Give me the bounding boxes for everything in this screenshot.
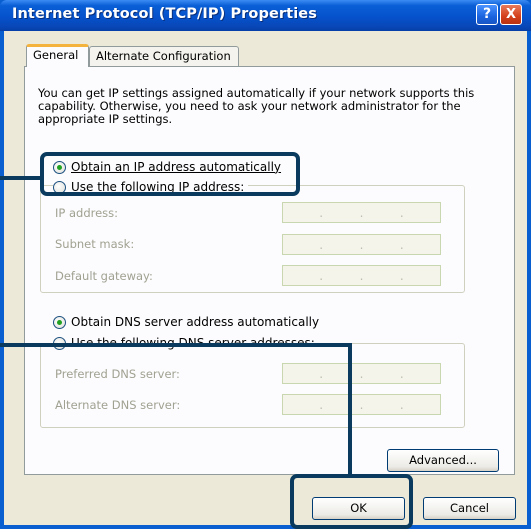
alternate-dns-field[interactable]: ... xyxy=(282,394,441,415)
alternate-dns-label: Alternate DNS server: xyxy=(55,398,181,412)
radio-obtain-ip-auto[interactable]: Obtain an IP address automatically xyxy=(53,159,281,175)
radio-use-following-ip[interactable]: Use the following IP address: xyxy=(53,179,249,195)
radio-obtain-dns-auto[interactable]: Obtain DNS server address automatically xyxy=(53,314,319,330)
window-title: Internet Protocol (TCP/IP) Properties xyxy=(12,6,317,22)
help-button[interactable]: ? xyxy=(476,4,498,25)
ip-dot: . xyxy=(399,397,404,412)
ip-dot: . xyxy=(319,268,324,283)
ip-dot: . xyxy=(399,268,404,283)
default-gateway-field[interactable]: ... xyxy=(282,265,441,286)
ip-dot: . xyxy=(359,237,364,252)
advanced-button-label: Advanced... xyxy=(409,453,477,467)
ok-button-label: OK xyxy=(350,501,367,515)
radio-use-following-ip-label: Use the following IP address: xyxy=(71,180,245,194)
callout-line-ip xyxy=(0,176,40,180)
ip-dot: . xyxy=(319,237,324,252)
ip-dot: . xyxy=(319,366,324,381)
ip-dot: . xyxy=(399,366,404,381)
ip-dot: . xyxy=(359,268,364,283)
intro-text: You can get IP settings assigned automat… xyxy=(38,86,475,126)
callout-line-dns-vertical xyxy=(348,343,352,478)
preferred-dns-field[interactable]: ... xyxy=(282,363,441,384)
subnet-mask-label: Subnet mask: xyxy=(55,237,135,251)
default-gateway-label: Default gateway: xyxy=(55,269,153,283)
close-button[interactable]: X xyxy=(500,4,522,25)
tab-alternate-configuration[interactable]: Alternate Configuration xyxy=(89,46,239,66)
cancel-button[interactable]: Cancel xyxy=(423,497,516,520)
ip-address-label: IP address: xyxy=(55,206,119,220)
title-bar[interactable]: Internet Protocol (TCP/IP) Properties ? … xyxy=(0,0,531,31)
dialog-body: General Alternate Configuration You can … xyxy=(4,31,527,525)
ip-dot: . xyxy=(399,205,404,220)
callout-line-dns-horizontal xyxy=(0,343,352,347)
radio-icon xyxy=(53,160,66,174)
radio-icon xyxy=(53,315,66,329)
advanced-button[interactable]: Advanced... xyxy=(387,449,499,472)
radio-icon xyxy=(53,180,66,194)
tab-general[interactable]: General xyxy=(26,44,89,67)
ip-dot: . xyxy=(359,205,364,220)
close-icon: X xyxy=(505,7,517,22)
ip-address-field[interactable]: ... xyxy=(282,202,441,223)
help-icon: ? xyxy=(482,6,492,22)
radio-obtain-ip-auto-label: Obtain an IP address automatically xyxy=(71,160,282,174)
dns-settings-group xyxy=(40,343,465,428)
radio-obtain-dns-auto-label: Obtain DNS server address automatically xyxy=(71,315,320,329)
ip-dot: . xyxy=(319,397,324,412)
ip-dot: . xyxy=(399,237,404,252)
ip-dot: . xyxy=(359,397,364,412)
ok-button[interactable]: OK xyxy=(312,497,405,520)
ip-dot: . xyxy=(319,205,324,220)
subnet-mask-field[interactable]: ... xyxy=(282,234,441,255)
tab-alternate-label: Alternate Configuration xyxy=(96,49,231,63)
cancel-button-label: Cancel xyxy=(450,501,489,515)
preferred-dns-label: Preferred DNS server: xyxy=(55,367,180,381)
ip-dot: . xyxy=(359,366,364,381)
tab-general-label: General xyxy=(33,48,79,62)
dialog-window: Internet Protocol (TCP/IP) Properties ? … xyxy=(0,0,531,529)
